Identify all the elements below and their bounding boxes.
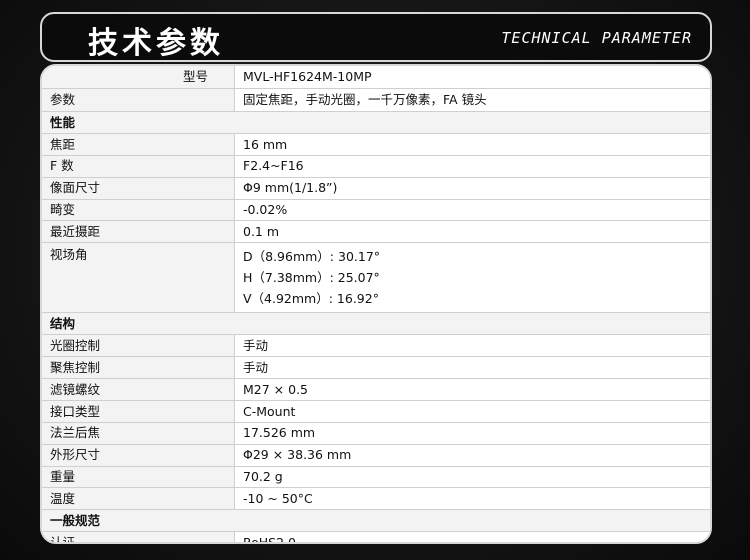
spec-row: 光圈控制 手动 xyxy=(42,334,710,358)
spec-value: Φ29 × 38.36 mm xyxy=(243,447,352,463)
spec-row: 外形尺寸 Φ29 × 38.36 mm xyxy=(42,444,710,467)
spec-value-cell: RoHS2.0 xyxy=(234,531,710,544)
spec-value-cell: 手动 xyxy=(234,356,710,380)
spec-label: 视场角 xyxy=(42,242,235,314)
spec-row: 焦距 16 mm xyxy=(42,133,710,156)
spec-value: 70.2 g xyxy=(243,469,283,485)
spec-label: 最近摄距 xyxy=(42,220,235,244)
spec-row: F 数 F2.4~F16 xyxy=(42,155,710,178)
spec-value-cell: Φ9 mm(1/1.8”) xyxy=(234,177,710,200)
spec-value: D（8.96mm）: 30.17° xyxy=(243,249,381,265)
spec-label: 焦距 xyxy=(42,133,235,156)
spec-label: 温度 xyxy=(42,487,235,511)
spec-row: 接口类型 C-Mount xyxy=(42,400,710,423)
section-header: 性能 xyxy=(42,111,710,134)
spec-label: 像面尺寸 xyxy=(42,177,235,200)
spec-label: 滤镜螺纹 xyxy=(42,378,235,401)
spec-value: 手动 xyxy=(243,359,269,375)
spec-row: 聚焦控制 手动 xyxy=(42,356,710,380)
spec-value: -10 ~ 50°C xyxy=(243,491,313,507)
spec-value-cell: 0.1 m xyxy=(234,220,710,244)
spec-label: 外形尺寸 xyxy=(42,444,235,467)
spec-value: 17.526 mm xyxy=(243,425,316,441)
spec-value: F2.4~F16 xyxy=(243,158,304,174)
model-label: 型号 xyxy=(42,66,235,89)
page-subtitle: TECHNICAL PARAMETER xyxy=(501,29,692,47)
section-title: 性能 xyxy=(42,111,710,134)
spec-value-cell: D（8.96mm）: 30.17° H（7.38mm）: 25.07° V（4.92… xyxy=(234,242,710,314)
spec-value-cell: Φ29 × 38.36 mm xyxy=(234,444,710,467)
spec-value: V（4.92mm）: 16.92° xyxy=(243,291,379,307)
spec-label: 接口类型 xyxy=(42,400,235,423)
spec-row: 温度 -10 ~ 50°C xyxy=(42,487,710,511)
spec-row: 认证 RoHS2.0 xyxy=(42,531,710,544)
spec-value: 16 mm xyxy=(243,136,288,152)
spec-value: -0.02% xyxy=(243,202,288,218)
spec-value: Φ9 mm(1/1.8”) xyxy=(243,180,338,196)
spec-label: 畸变 xyxy=(42,199,235,222)
spec-label: 光圈控制 xyxy=(42,334,235,358)
spec-value-cell: 17.526 mm xyxy=(234,422,710,445)
spec-label: 聚焦控制 xyxy=(42,356,235,380)
spec-row: 重量 70.2 g xyxy=(42,466,710,489)
header-banner: 技术参数 TECHNICAL PARAMETER xyxy=(40,12,712,62)
spec-row: 最近摄距 0.1 m xyxy=(42,220,710,244)
spec-label: 重量 xyxy=(42,466,235,489)
spec-value: RoHS2.0 xyxy=(243,534,296,544)
spec-label: 认证 xyxy=(42,531,235,542)
spec-card: 型号 MVL-HF1624M-10MP 参数 固定焦距，手动光圈，一千万像素，F… xyxy=(40,64,712,544)
section-header: 结构 xyxy=(42,312,710,336)
spec-value-cell: 70.2 g xyxy=(234,466,710,489)
spec-value: M27 × 0.5 xyxy=(243,381,308,397)
spec-label: 法兰后焦 xyxy=(42,422,235,445)
spec-value-cell: C-Mount xyxy=(234,400,710,423)
model-value: MVL-HF1624M-10MP xyxy=(234,66,710,89)
spec-value-cell: M27 × 0.5 xyxy=(234,378,710,401)
spec-label: F 数 xyxy=(42,155,235,178)
spec-value: H（7.38mm）: 25.07° xyxy=(243,270,380,286)
spec-row: 滤镜螺纹 M27 × 0.5 xyxy=(42,378,710,401)
spec-value-cell: F2.4~F16 xyxy=(234,155,710,178)
page-title: 技术参数 xyxy=(88,26,224,61)
spec-row: 视场角 D（8.96mm）: 30.17° H（7.38mm）: 25.07° V（4… xyxy=(42,242,710,314)
spec-value-cell: -0.02% xyxy=(234,199,710,222)
section-title: 结构 xyxy=(42,312,710,336)
param-value: 固定焦距，手动光圈，一千万像素，FA 镜头 xyxy=(234,88,710,112)
param-row: 参数 固定焦距，手动光圈，一千万像素，FA 镜头 xyxy=(42,88,710,112)
spec-value: 0.1 m xyxy=(243,224,280,240)
spec-value-cell: 手动 xyxy=(234,334,710,358)
spec-table: 型号 MVL-HF1624M-10MP 参数 固定焦距，手动光圈，一千万像素，F… xyxy=(42,66,710,544)
spec-value: C-Mount xyxy=(243,403,296,419)
spec-value-cell: -10 ~ 50°C xyxy=(234,487,710,511)
spec-value: 手动 xyxy=(243,337,269,353)
spec-value-cell: 16 mm xyxy=(234,133,710,156)
model-row: 型号 MVL-HF1624M-10MP xyxy=(42,66,710,89)
spec-row: 像面尺寸 Φ9 mm(1/1.8”) xyxy=(42,177,710,200)
section-header: 一般规范 xyxy=(42,509,710,533)
param-label: 参数 xyxy=(42,88,235,112)
spec-row: 法兰后焦 17.526 mm xyxy=(42,422,710,445)
section-title: 一般规范 xyxy=(42,509,710,533)
spec-row: 畸变 -0.02% xyxy=(42,199,710,222)
